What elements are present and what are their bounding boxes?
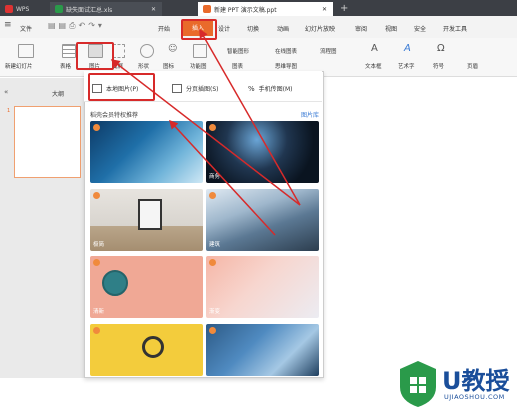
logo-text: U教授 [442, 367, 510, 395]
arrow-to-insert [199, 28, 301, 206]
logo-subtext: UJIAOSHOU.COM [444, 393, 505, 401]
arrow-to-picture [110, 59, 301, 206]
arrow-to-local-picture [168, 119, 276, 236]
shield-logo-icon [400, 361, 436, 407]
annotation-arrows [110, 28, 301, 236]
watermark-logo: U教授 UJIAOSHOU.COM [392, 355, 517, 415]
